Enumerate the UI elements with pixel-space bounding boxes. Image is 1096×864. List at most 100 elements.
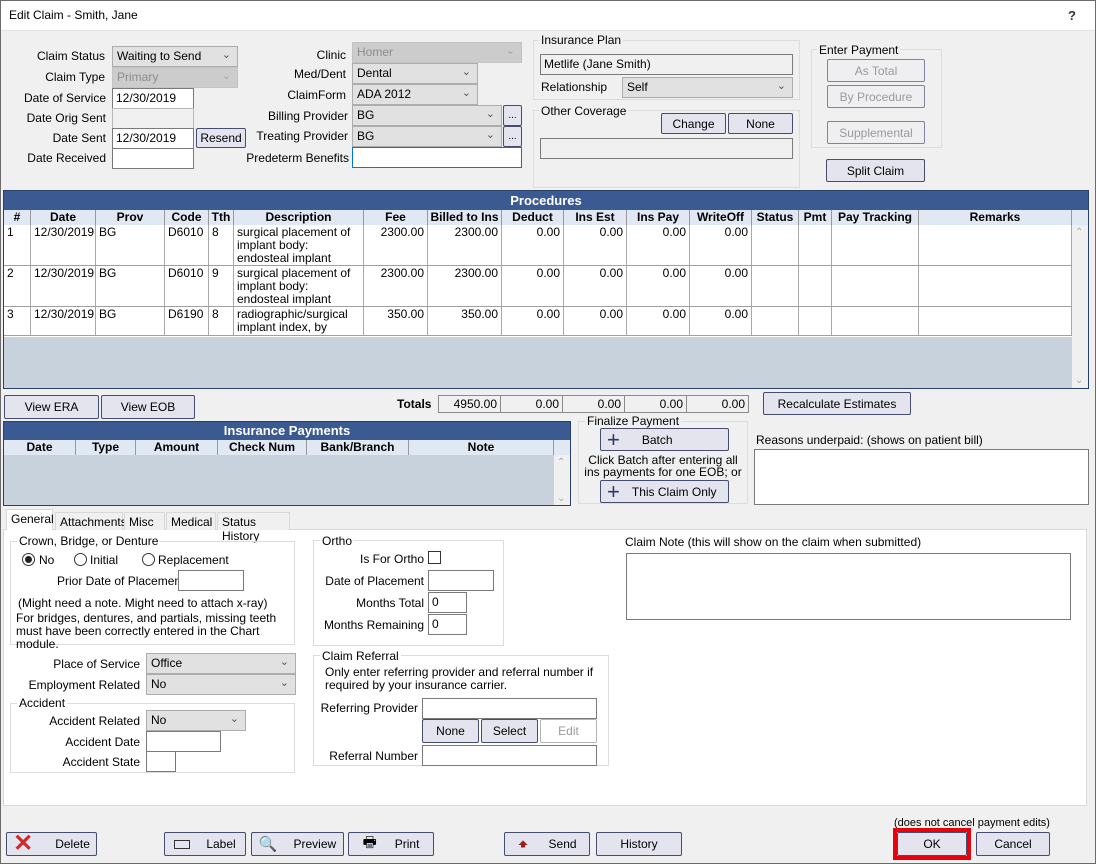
help-button[interactable]: ?	[1068, 8, 1076, 23]
column-header[interactable]: WriteOff	[690, 210, 752, 225]
plus-icon: +	[607, 426, 620, 452]
xray-note: (Might need a note. Might need to attach…	[18, 596, 268, 610]
accident-state-input[interactable]	[146, 751, 176, 772]
payments-column-header[interactable]: Amount	[136, 440, 218, 455]
tab-misc[interactable]: Misc	[124, 512, 165, 530]
referral-edit-button[interactable]: Edit	[540, 719, 597, 743]
procedure-row[interactable]: 2 12/30/2019 BG D6010 9 surgical placement of…	[4, 266, 1072, 306]
referral-none-button[interactable]: None	[422, 719, 479, 743]
payments-scrollbar[interactable]: ⌃ ⌄	[554, 455, 570, 505]
send-button[interactable]: 🠹 Send	[504, 832, 590, 856]
radio-no[interactable]	[22, 553, 35, 566]
claimform-value: ADA 2012	[357, 87, 412, 101]
radio-initial[interactable]	[74, 553, 87, 566]
radio-replacement[interactable]	[142, 553, 155, 566]
referring-provider-input[interactable]	[422, 698, 597, 719]
column-header[interactable]: Code	[165, 210, 209, 225]
scroll-up-icon[interactable]: ⌃	[557, 457, 565, 468]
cell-deduct: 0.00	[502, 266, 564, 306]
tab-medical[interactable]: Medical	[166, 512, 216, 530]
cell-desc: radiographic/surgical implant index, by …	[234, 307, 364, 335]
procedure-row[interactable]: 3 12/30/2019 BG D6190 8 radiographic/surgical…	[4, 307, 1072, 335]
change-coverage-button[interactable]: Change	[661, 113, 726, 134]
preview-button[interactable]: 🔍 Preview	[251, 832, 344, 856]
column-header[interactable]: Date	[31, 210, 96, 225]
ortho-date-input[interactable]	[428, 570, 494, 591]
as-total-button[interactable]: As Total	[827, 59, 925, 82]
batch-button[interactable]: + Batch	[600, 428, 729, 451]
payments-column-header[interactable]: Check Num	[218, 440, 307, 455]
med-dent-select[interactable]: Dental ⌄	[352, 63, 478, 84]
history-button[interactable]: History	[596, 832, 682, 856]
scroll-down-icon[interactable]: ⌄	[1075, 375, 1083, 386]
column-header[interactable]: Status	[752, 210, 799, 225]
delete-button[interactable]: ✕ Delete	[6, 832, 97, 856]
column-header[interactable]: Pay Tracking	[832, 210, 919, 225]
column-header[interactable]: #	[4, 210, 31, 225]
column-header[interactable]: Description	[234, 210, 364, 225]
payments-column-header[interactable]: Date	[4, 440, 76, 455]
scroll-up-icon[interactable]: ⌃	[1075, 227, 1083, 238]
cell-date: 12/30/2019	[31, 266, 96, 306]
none-coverage-button[interactable]: None	[728, 113, 793, 134]
referral-select-button[interactable]: Select	[481, 719, 538, 743]
column-header[interactable]: Billed to Ins	[428, 210, 502, 225]
is-for-ortho-checkbox[interactable]	[428, 551, 441, 564]
totals-label: Totals	[397, 397, 432, 411]
billing-provider-select[interactable]: BG ⌄	[352, 105, 502, 126]
view-eob-button[interactable]: View EOB	[101, 395, 195, 419]
column-header[interactable]: Fee	[364, 210, 428, 225]
column-header[interactable]: Tth	[209, 210, 234, 225]
resend-button[interactable]: Resend	[196, 128, 246, 148]
by-procedure-button[interactable]: By Procedure	[827, 85, 925, 108]
date-received-input[interactable]	[112, 148, 194, 169]
date-sent-input[interactable]: 12/30/2019	[112, 128, 194, 149]
claimform-select[interactable]: ADA 2012 ⌄	[352, 84, 478, 105]
ok-button[interactable]: OK	[897, 832, 967, 856]
column-header[interactable]: Deduct	[502, 210, 564, 225]
place-of-service-select[interactable]: Office ⌄	[146, 653, 296, 674]
column-header[interactable]: Pmt	[799, 210, 832, 225]
tab-general[interactable]: General	[6, 509, 54, 530]
procedure-row[interactable]: 1 12/30/2019 BG D6010 8 surgical placement of…	[4, 225, 1072, 265]
date-of-service-input[interactable]: 12/30/2019	[112, 88, 194, 109]
accident-related-label: Accident Related	[49, 714, 140, 728]
payments-column-header[interactable]: Type	[76, 440, 136, 455]
column-header[interactable]: Remarks	[919, 210, 1072, 225]
print-button[interactable]: 🖶 Print	[348, 832, 434, 856]
billing-provider-picker-button[interactable]: ...	[503, 105, 522, 126]
employment-related-select[interactable]: No ⌄	[146, 674, 296, 695]
view-era-button[interactable]: View ERA	[4, 395, 99, 419]
label-button[interactable]: Label	[164, 832, 246, 856]
payments-column-header[interactable]: Bank/Branch	[307, 440, 409, 455]
accident-date-input[interactable]	[146, 731, 221, 752]
column-header[interactable]: Prov	[96, 210, 165, 225]
relationship-select[interactable]: Self ⌄	[622, 77, 793, 98]
months-remaining-input[interactable]: 0	[428, 614, 467, 635]
payments-column-header[interactable]: Note	[409, 440, 554, 455]
tab-status-history[interactable]: Status History	[217, 512, 290, 543]
insurance-payments-grid: Insurance Payments Date Type Amount Check N…	[3, 421, 571, 506]
procedures-scrollbar[interactable]: ⌃ ⌄	[1072, 225, 1088, 388]
treating-provider-select[interactable]: BG ⌄	[352, 126, 502, 147]
cancel-button[interactable]: Cancel	[976, 832, 1050, 856]
recalculate-estimates-button[interactable]: Recalculate Estimates	[763, 392, 911, 415]
split-claim-button[interactable]: Split Claim	[826, 159, 925, 182]
claim-status-select[interactable]: Waiting to Send ⌄	[112, 46, 238, 67]
tab-attachments[interactable]: Attachments	[55, 512, 127, 530]
reasons-underpaid-input[interactable]	[754, 449, 1089, 505]
finalize-hint: Click Batch after entering all ins payme…	[584, 453, 742, 479]
referral-number-input[interactable]	[422, 745, 597, 766]
column-header[interactable]: Ins Est	[564, 210, 627, 225]
scroll-down-icon[interactable]: ⌄	[557, 493, 565, 504]
predeterm-benefits-input[interactable]	[352, 147, 522, 168]
prior-date-input[interactable]	[178, 570, 244, 591]
treating-provider-picker-button[interactable]: ...	[503, 126, 522, 147]
claim-note-input[interactable]	[626, 553, 1071, 620]
supplemental-button[interactable]: Supplemental	[827, 121, 925, 144]
column-header[interactable]: Ins Pay	[627, 210, 690, 225]
this-claim-only-button[interactable]: + This Claim Only	[600, 480, 729, 503]
chevron-down-icon: ⌄	[505, 45, 515, 57]
accident-related-select[interactable]: No ⌄	[146, 710, 246, 731]
months-total-input[interactable]: 0	[428, 592, 467, 613]
